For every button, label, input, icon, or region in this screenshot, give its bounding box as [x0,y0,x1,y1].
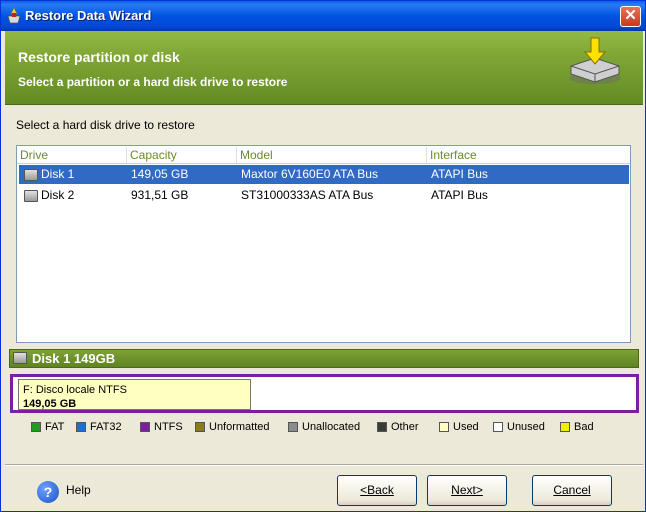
legend-label: Other [391,421,419,433]
model-cell: Maxtor 6V160E0 ATA Bus [241,167,378,181]
disk-row-2[interactable]: Disk 2 931,51 GB ST31000333AS ATA Bus AT… [19,186,629,205]
partition-name: F: Disco locale NTFS [23,384,127,396]
hard-disk-download-icon [569,37,621,84]
back-button[interactable]: <Back [337,475,417,506]
column-header-capacity[interactable]: Capacity [127,147,237,163]
model-cell: ST31000333AS ATA Bus [241,188,374,202]
color-swatch [560,422,570,432]
legend-label: Bad [574,421,594,433]
wizard-header-banner: Restore partition or disk Select a parti… [5,31,643,105]
column-header-model[interactable]: Model [237,147,427,163]
interface-cell: ATAPI Bus [431,167,488,181]
color-swatch [288,422,298,432]
interface-cell: ATAPI Bus [431,188,488,202]
color-swatch [493,422,503,432]
hard-disk-icon [24,190,38,202]
partition-size: 149,05 GB [23,398,77,410]
title-bar[interactable]: Restore Data Wizard ✕ [1,1,645,31]
page-subtitle: Select a partition or a hard disk drive … [18,75,288,89]
color-swatch [195,422,205,432]
color-swatch [140,422,150,432]
column-header-interface[interactable]: Interface [427,147,630,163]
legend-label: FAT [45,421,65,433]
restore-wizard-window: Restore Data Wizard ✕ Restore partition … [0,0,646,512]
drive-cell: Disk 2 [41,188,75,202]
footer-separator [5,464,643,466]
capacity-cell: 931,51 GB [131,188,189,202]
next-button[interactable]: Next> [427,475,507,506]
partition-map: F: Disco locale NTFS 149,05 GB [10,374,639,413]
legend-label: Used [453,421,479,433]
wizard-app-icon [7,7,21,24]
disk-list-header: Drive Capacity Model Interface [17,146,630,164]
color-swatch [31,422,41,432]
column-header-drive[interactable]: Drive [17,147,127,163]
window-title: Restore Data Wizard [25,8,152,23]
disk-row-1[interactable]: Disk 1 149,05 GB Maxtor 6V160E0 ATA Bus … [19,165,629,184]
drive-cell: Disk 1 [41,167,75,181]
color-swatch [377,422,387,432]
legend-label: Unallocated [302,421,361,433]
cancel-button[interactable]: Cancel [532,475,612,506]
selected-disk-label: Disk 1 149GB [32,351,116,366]
selected-disk-bar: Disk 1 149GB [9,349,639,368]
partition-block[interactable]: F: Disco locale NTFS 149,05 GB [18,379,251,410]
legend-label: NTFS [154,421,183,433]
color-swatch [439,422,449,432]
close-button[interactable]: ✕ [620,6,641,27]
hard-disk-icon [13,352,27,364]
capacity-cell: 149,05 GB [131,167,189,181]
instruction-label: Select a hard disk drive to restore [16,118,195,132]
color-swatch [76,422,86,432]
page-title: Restore partition or disk [18,49,180,65]
hard-disk-icon [24,169,38,181]
help-question-icon: ? [37,481,59,503]
legend-label: Unused [507,421,545,433]
disk-list[interactable]: Drive Capacity Model Interface Disk 1 14… [16,145,631,343]
legend-label: Unformatted [209,421,270,433]
help-label: Help [66,483,91,497]
legend-label: FAT32 [90,421,122,433]
